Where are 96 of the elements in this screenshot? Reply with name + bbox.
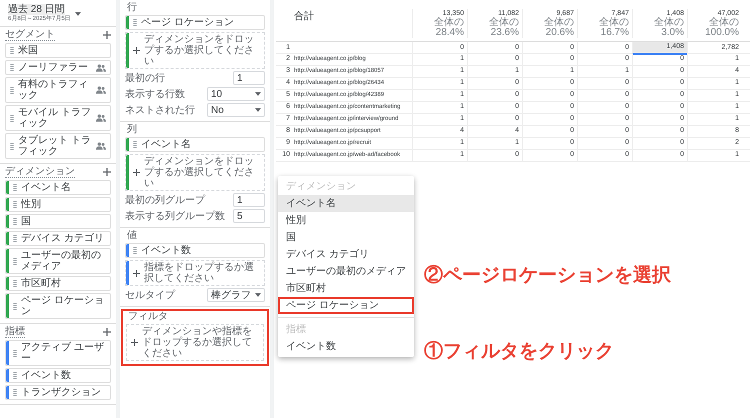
section-title: セグメント [5,29,55,41]
dropdown[interactable]: 10 [207,87,265,101]
group-label: 行 [126,2,138,13]
drag-handle-icon [10,86,14,94]
group-label: 列 [126,124,138,135]
field-label: 表示する行数 [125,88,186,100]
drop-zone[interactable]: ディメンションをドロップするか選択してください [125,32,265,69]
total-share: 全体の 28.4% [433,18,464,38]
input-field[interactable]: 1 [233,193,265,207]
menu-item[interactable]: ユーザーの最初のメディア [278,263,414,280]
segment-chip[interactable]: ノーリファラー [5,60,111,75]
segment-chip[interactable]: 米国 [5,43,111,58]
drop-zone[interactable]: ディメンションをドロップするか選択してください [125,154,265,191]
metric-chip[interactable]: アクティブ ユーザー [5,340,111,366]
annotation-text: ①フィルタをクリック [424,340,614,364]
drag-handle-icon [133,247,137,254]
drag-handle-icon [133,141,137,148]
field-label: セルタイプ [125,290,176,300]
drag-handle-icon [10,64,14,71]
dropdown-caret-icon [74,12,81,16]
dimension-chip[interactable]: デバイス カテゴリ [5,231,111,246]
plus-icon [131,339,138,346]
drag-handle-icon [13,201,17,208]
annotation-text: ②ページロケーションを選択 [424,264,671,288]
drag-handle-icon [13,184,17,191]
total-share: 全体の 100.0% [704,18,739,38]
menu-heading: ディメンション [285,180,357,194]
people-icon [96,64,106,72]
add-button[interactable] [103,328,111,336]
dimension-chip[interactable]: 国 [5,214,111,229]
drag-handle-icon [13,372,17,379]
add-button[interactable] [103,168,111,176]
field-label: 最初の列グループ [125,194,206,206]
plus-icon [103,328,111,336]
plus-icon [103,31,111,39]
drag-handle-icon [10,47,14,54]
menu-item[interactable]: 国 [278,229,414,246]
dimension-chip[interactable]: ユーザーの最初のメディア [5,248,111,274]
metric-chip[interactable]: トランザクション [5,385,111,400]
segment-chip[interactable]: 有料のトラフィック [5,77,111,103]
drag-handle-icon [13,350,17,356]
menu-item[interactable]: イベント名 [278,195,414,212]
dimension-chip[interactable]: 性別 [5,197,111,212]
drag-handle-icon [133,19,137,26]
field-label: 最初の行 [125,72,166,84]
drag-handle-icon [13,302,17,310]
people-icon [96,114,106,122]
segment-chip[interactable]: モバイル トラフィック [5,105,111,131]
field-chip[interactable]: イベント名 [125,137,265,152]
group-label: 値 [126,230,138,241]
drag-handle-icon [13,218,17,225]
dimension-chip[interactable]: ページ ロケーション [5,293,111,319]
dropdown-caret-icon [255,293,261,297]
dimension-chip[interactable]: 市区町村 [5,276,111,291]
group-label: フィルタ [127,311,169,322]
section-title: 指標 [5,326,25,338]
input-field[interactable]: 5 [233,209,265,223]
drag-handle-icon [10,142,14,150]
people-icon [96,86,106,94]
dimension-chip[interactable]: イベント名 [5,180,111,195]
plus-icon [103,168,111,176]
drag-handle-icon [13,258,17,264]
section-title: ディメンション [5,166,75,178]
field-chip[interactable]: ページ ロケーション [125,15,265,30]
menu-item[interactable]: ページ ロケーション [278,297,414,314]
drag-handle-icon [10,114,14,122]
field-chip[interactable]: イベント数 [125,243,265,258]
metric-chip[interactable]: イベント数 [5,368,111,383]
menu-heading: 指標 [285,322,307,337]
field-label: ネストされた行 [125,104,196,116]
plus-icon [133,270,140,276]
dropdown-caret-icon [255,108,261,112]
plus-icon [133,47,140,54]
menu-item[interactable]: イベント数 [278,338,414,355]
total-share: 全体の 20.6% [543,18,574,38]
total-share: 全体の 23.6% [488,18,519,38]
people-icon [96,142,106,150]
drag-handle-icon [13,389,17,396]
total-share: 全体の 16.7% [598,18,629,38]
menu-item[interactable]: 市区町村 [278,280,414,297]
drag-handle-icon [13,235,17,242]
menu-item[interactable]: デバイス カテゴリ [278,246,414,263]
drop-zone[interactable]: ディメンションや指標をドロップするか選択してください [126,324,264,361]
segment-chip[interactable]: タブレット トラフィック [5,133,111,159]
table-header: 合計 [293,10,314,22]
plus-icon [133,169,140,176]
dropdown[interactable]: No [207,103,265,117]
total-share: 全体の 3.0% [653,18,684,38]
drag-handle-icon [13,280,17,287]
dropdown[interactable]: 棒グラフ [207,288,265,302]
field-label: 表示する列グループ数 [125,210,226,222]
drop-zone[interactable]: 指標をドロップするか選択してください [125,260,265,286]
menu-item[interactable]: 性別 [278,212,414,229]
add-button[interactable] [103,31,111,39]
dropdown-caret-icon [255,92,261,96]
input-field[interactable]: 1 [233,71,265,85]
